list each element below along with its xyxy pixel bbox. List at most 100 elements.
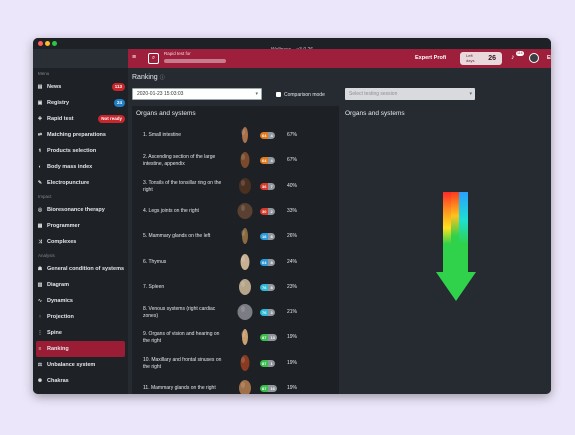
sidebar-item-label: Ranking: [47, 346, 69, 352]
sidebar-item-ranking[interactable]: ≡ Ranking: [36, 341, 125, 357]
sidebar-item-chakras[interactable]: ✺ Chakras: [33, 373, 128, 389]
score-value: 87: [260, 385, 269, 392]
organ-row[interactable]: 9. Organs of vision and hearing on the r…: [132, 325, 339, 351]
info-icon[interactable]: ⓘ: [160, 75, 165, 81]
score-count: 8: [268, 233, 275, 241]
sidebar-item-label: Dynamics: [47, 298, 73, 304]
organ-row[interactable]: 8. Venous systems (right cardiac zones) 7…: [132, 300, 339, 326]
score-count: 2: [268, 207, 275, 215]
language-selector[interactable]: EN▾: [547, 49, 551, 68]
score-count: 13: [268, 334, 277, 342]
sidebar-item-body-mass-index[interactable]: ◐ Body mass index: [33, 159, 128, 175]
sidebar-badge: Not ready: [98, 115, 125, 123]
maximize-window-button[interactable]: [52, 41, 57, 46]
organ-percent: 67%: [287, 157, 298, 164]
score-value: 87: [260, 359, 269, 367]
sidebar-section-label: Menu: [38, 71, 50, 76]
organ-row[interactable]: 11. Mammary glands on the right 87 16 19%: [132, 376, 339, 394]
score-value: 30: [260, 207, 269, 215]
sidebar-item-projection[interactable]: ↑ Projection: [33, 309, 128, 325]
sidebar-item-label: Rapid test: [47, 116, 74, 122]
projection-icon: ↑: [38, 314, 42, 320]
organ-row[interactable]: 4. Legs joints on the right 30 2 33%: [132, 199, 339, 225]
sidebar-item-label: Matching preparations: [47, 132, 106, 138]
chevron-down-icon: ▾: [469, 91, 472, 97]
organ-percent: 23%: [287, 283, 298, 290]
title-bar: Wellness – v3.0.26: [33, 38, 551, 53]
organ-image: [236, 125, 254, 145]
sidebar-section-label: Impact: [38, 194, 52, 199]
sidebar-item-label: Complexes: [47, 239, 77, 245]
sidebar-item-programmer[interactable]: ▦ Programmer: [33, 218, 128, 234]
sidebar-item-bioresonance-therapy[interactable]: ◎ Bioresonance therapy: [33, 202, 128, 218]
score-value: 16: [260, 233, 269, 241]
sidebar-item-spine[interactable]: ⋮ Spine: [33, 325, 128, 341]
organ-row[interactable]: 5. Mammary glands on the left 16 8 26%: [132, 224, 339, 250]
organ-image: [236, 176, 254, 196]
comparison-mode-checkbox[interactable]: Comparison mode: [276, 92, 325, 98]
organ-row[interactable]: 10. Maxillary and frontal sinuses on the…: [132, 351, 339, 377]
sidebar-item-unbalance-system[interactable]: ⚖ Unbalance system: [33, 357, 128, 373]
checkbox-box[interactable]: [276, 92, 281, 98]
organ-image: [236, 150, 254, 170]
organ-percent: 19%: [287, 385, 298, 391]
hamburger-menu-icon[interactable]: ≡: [132, 53, 136, 63]
score-count: 8: [268, 258, 275, 266]
sidebar-item-diagram[interactable]: ▥ Diagram: [33, 277, 128, 293]
organ-name: 7. Spleen: [143, 283, 165, 290]
organ-name: 6. Thymus: [143, 258, 167, 265]
organ-image: [236, 302, 254, 322]
score-count: 8: [268, 283, 275, 291]
avatar[interactable]: [529, 53, 539, 63]
target-icon: ◎: [37, 207, 43, 213]
sidebar-badge: 24: [113, 99, 125, 107]
testing-session-placeholder: Select testing session: [349, 91, 398, 97]
bell-icon[interactable]: ♪: [511, 54, 515, 61]
organ-row[interactable]: 1. Small intestine 64 4 67%: [132, 123, 339, 149]
organ-image: [236, 226, 254, 246]
spine-icon: ⋮: [37, 330, 43, 336]
organ-row[interactable]: 2. Ascending section of the large intest…: [132, 148, 339, 174]
score-pill: 64 4: [260, 157, 275, 165]
organ-row[interactable]: 7. Spleen 76 8 23%: [132, 275, 339, 301]
sidebar-item-matching-preparations[interactable]: ⇄ Matching preparations: [33, 127, 128, 143]
organ-row[interactable]: 3. Tonsils of the tonsillar ring on the …: [132, 174, 339, 200]
sidebar-item-registry[interactable]: ▣ Registry 24: [33, 95, 128, 111]
score-pill: 87 13: [260, 334, 277, 342]
sidebar-item-label: Programmer: [47, 223, 80, 229]
sidebar: Menu ▤ News 113 ▣ Registry 24 ✚ Rapid test Not re…: [33, 49, 128, 394]
session-date-select[interactable]: 2020-01-23 15:03:03 ▾: [132, 88, 262, 100]
rapid-test-icon: ✚: [37, 116, 43, 122]
sidebar-item-general-condition-of-systems[interactable]: ☗ General condition of systems: [33, 261, 128, 277]
organs-panel: Organs and systems 1. Small intestine 64 4…: [132, 106, 339, 394]
sidebar-item-complexes[interactable]: ⤨ Complexes: [33, 234, 128, 250]
sidebar-item-label: News: [47, 84, 62, 90]
organ-image: [236, 327, 254, 347]
testing-session-select[interactable]: Select testing session ▾: [345, 88, 475, 100]
organ-row[interactable]: 6. Thymus 64 8 24%: [132, 250, 339, 276]
sidebar-badge: 113: [111, 83, 125, 91]
organ-name: 9. Organs of vision and hearing on the r…: [143, 331, 220, 345]
patient-name-redacted: [164, 59, 226, 63]
comparison-mode-label: Comparison mode: [284, 92, 325, 98]
sidebar-item-dynamics[interactable]: ∿ Dynamics: [33, 293, 128, 309]
left-days-label: Left days: [466, 53, 475, 63]
sidebar-item-electropuncture[interactable]: ✎ Electropuncture: [33, 175, 128, 191]
line-chart-icon: ∿: [37, 298, 43, 304]
score-pill: 76 3: [260, 309, 275, 317]
organ-percent: 19%: [287, 334, 298, 341]
sidebar-item-rapid-test[interactable]: ✚ Rapid test Not ready: [33, 111, 128, 127]
sidebar-header: [33, 49, 128, 68]
sidebar-item-label: Registry: [47, 100, 70, 106]
close-window-button[interactable]: [38, 41, 43, 46]
sidebar-item-products-selection[interactable]: ⚕ Products selection: [33, 143, 128, 159]
sidebar-item-label: Diagram: [47, 282, 70, 288]
top-bar: ≡ ⌕ Rapid test for Expert Profi Left day…: [128, 49, 551, 68]
organ-image: [236, 201, 254, 221]
minimize-window-button[interactable]: [45, 41, 50, 46]
patient-selector[interactable]: Rapid test for: [164, 51, 226, 63]
score-value: 64: [260, 258, 269, 266]
scale-icon: ◐: [38, 164, 42, 170]
search-icon[interactable]: ⌕: [148, 53, 159, 64]
sidebar-item-news[interactable]: ▤ News 113: [33, 79, 128, 95]
